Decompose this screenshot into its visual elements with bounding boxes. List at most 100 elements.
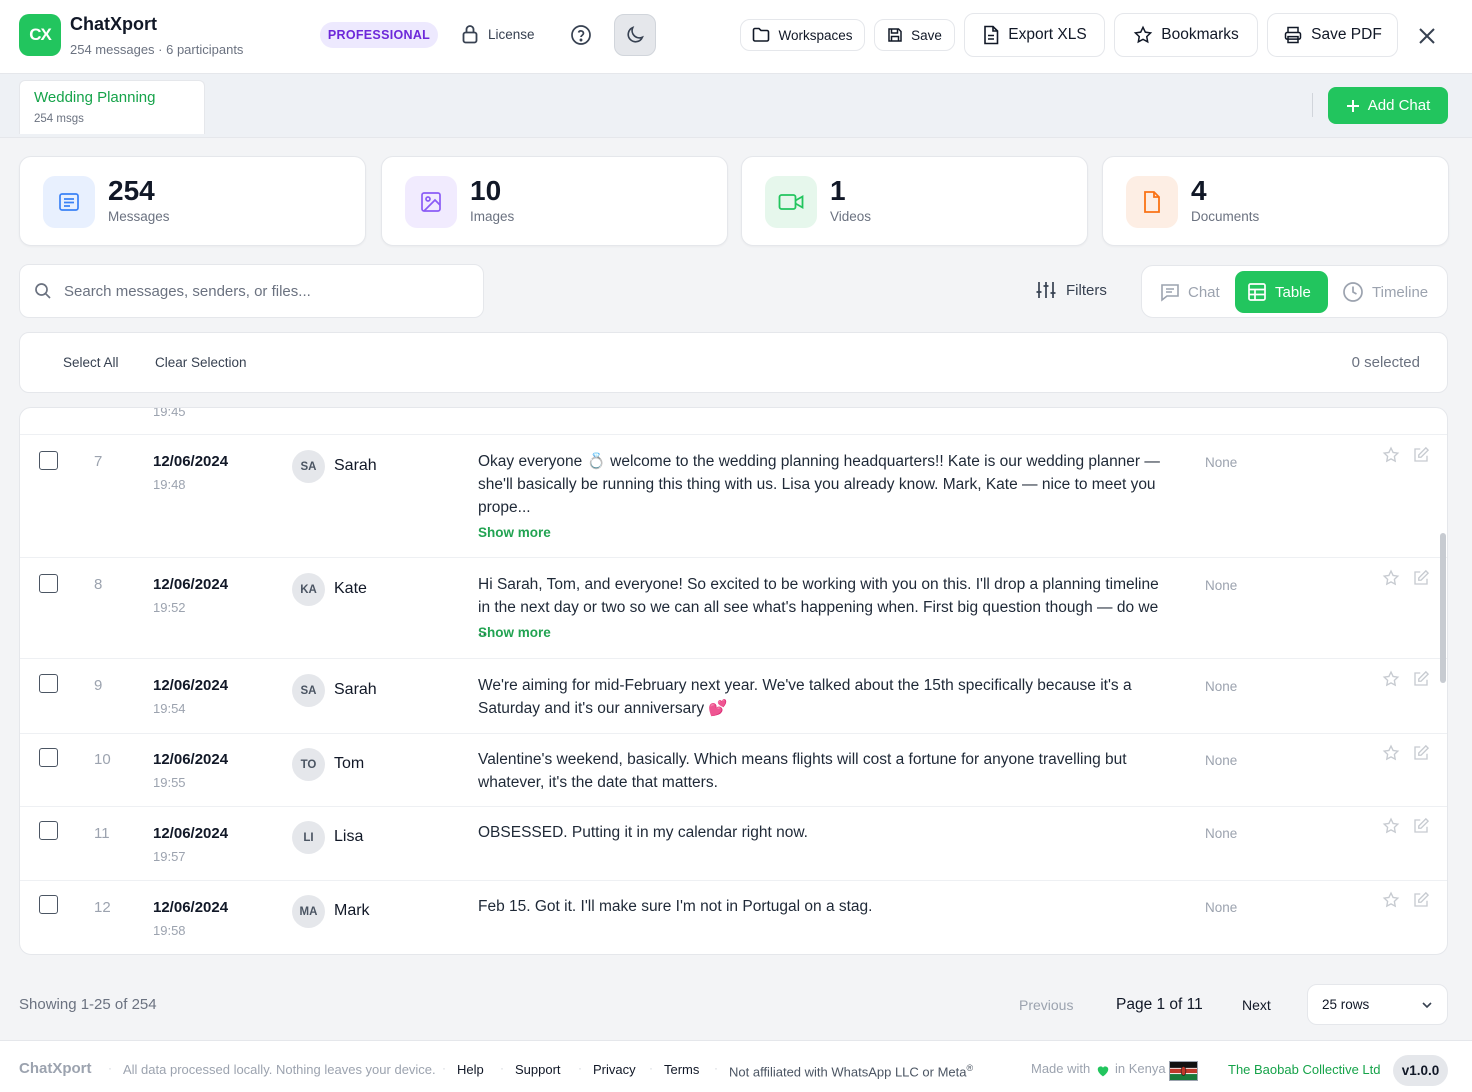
row-date: 12/06/2024 — [153, 825, 229, 842]
edit-icon[interactable] — [1412, 670, 1430, 688]
footer-separator: · — [500, 1061, 504, 1075]
row-tag: None — [1205, 826, 1238, 841]
edit-icon[interactable] — [1412, 569, 1430, 587]
version-badge: v1.0.0 — [1393, 1055, 1448, 1086]
bookmarks-button[interactable]: Bookmarks — [1114, 13, 1258, 57]
edit-icon[interactable] — [1412, 744, 1430, 762]
footer-link-support[interactable]: Support — [515, 1062, 561, 1077]
next-page-button[interactable]: Next — [1242, 997, 1271, 1013]
stat-label: Messages — [108, 209, 170, 224]
edit-icon[interactable] — [1412, 446, 1430, 464]
footer-link-help[interactable]: Help — [457, 1062, 484, 1077]
help-icon[interactable] — [569, 23, 593, 47]
export-xls-button[interactable]: Export XLS — [964, 13, 1105, 57]
save-pdf-button[interactable]: Save PDF — [1267, 13, 1398, 57]
sender-name: Sarah — [334, 457, 377, 474]
avatar: TO — [292, 748, 325, 781]
view-chat-button[interactable]: Chat — [1148, 271, 1232, 313]
show-more-link[interactable]: Show more — [478, 625, 551, 640]
add-chat-button[interactable]: Add Chat — [1328, 87, 1448, 124]
bookmark-star-icon[interactable] — [1382, 744, 1400, 762]
workspaces-button[interactable]: Workspaces — [740, 19, 865, 51]
add-chat-label: Add Chat — [1367, 97, 1431, 114]
table-row[interactable]: 7 12/06/2024 19:48 SA Sarah Okay everyon… — [20, 434, 1447, 557]
close-button[interactable] — [1413, 22, 1441, 50]
avatar: LI — [292, 821, 325, 854]
rows-per-page-value: 25 rows — [1322, 997, 1370, 1012]
avatar: KA — [292, 573, 325, 606]
chat-tab-title: Wedding Planning — [34, 89, 156, 106]
row-time: 19:48 — [153, 477, 186, 492]
bookmark-star-icon[interactable] — [1382, 891, 1400, 909]
divider — [1312, 93, 1313, 117]
show-more-link[interactable]: Show more — [478, 525, 551, 540]
footer-link-privacy[interactable]: Privacy — [593, 1062, 636, 1077]
stat-card-documents: 4 Documents — [1102, 156, 1449, 246]
edit-icon[interactable] — [1412, 891, 1430, 909]
row-time: 19:55 — [153, 775, 186, 790]
bookmark-star-icon[interactable] — [1382, 446, 1400, 464]
edit-icon[interactable] — [1412, 817, 1430, 835]
chevron-down-icon — [1422, 1001, 1432, 1008]
table-row[interactable]: 9 12/06/2024 19:54 SA Sarah We're aiming… — [20, 658, 1447, 733]
search-box[interactable] — [19, 264, 484, 318]
clear-selection-button[interactable]: Clear Selection — [155, 355, 247, 370]
footer-privacy-note: All data processed locally. Nothing leav… — [123, 1062, 436, 1077]
footer: ChatXport · All data processed locally. … — [0, 1040, 1472, 1092]
table-row[interactable]: 12 12/06/2024 19:58 MA Mark Feb 15. Got … — [20, 880, 1447, 954]
table-row[interactable]: 8 12/06/2024 19:52 KA Kate Hi Sarah, Tom… — [20, 557, 1447, 658]
sliders-icon — [1036, 282, 1056, 298]
bookmark-star-icon[interactable] — [1382, 569, 1400, 587]
chat-tab-wedding-planning[interactable]: Wedding Planning 254 msgs — [19, 80, 205, 134]
license-button[interactable]: License — [461, 24, 535, 44]
chat-bubble-icon — [1161, 284, 1179, 302]
message-text: Valentine's weekend, basically. Which me… — [478, 751, 1127, 791]
table-scrollbar[interactable] — [1440, 533, 1446, 683]
row-checkbox[interactable] — [39, 821, 58, 840]
filters-button[interactable]: Filters — [1035, 280, 1107, 300]
search-input[interactable] — [64, 282, 464, 300]
avatar: SA — [292, 450, 325, 483]
stat-label: Videos — [830, 209, 872, 224]
footer-separator: · — [578, 1061, 582, 1075]
row-checkbox[interactable] — [39, 574, 58, 593]
row-tag: None — [1205, 679, 1238, 694]
row-checkbox[interactable] — [39, 748, 58, 767]
save-label: Save — [911, 27, 942, 43]
moon-icon — [627, 26, 644, 43]
sender-name: Kate — [334, 580, 367, 597]
close-icon — [1419, 28, 1435, 44]
avatar: SA — [292, 674, 325, 707]
plus-icon — [1346, 99, 1359, 112]
bookmark-star-icon[interactable] — [1382, 670, 1400, 688]
footer-brand: ChatXport — [19, 1060, 92, 1077]
bookmark-star-icon[interactable] — [1382, 817, 1400, 835]
app-subtitle: 254 messages · 6 participants — [70, 42, 244, 57]
app-logo: CX — [19, 14, 61, 56]
rows-per-page-select[interactable]: 25 rows — [1307, 984, 1448, 1025]
previous-page-button[interactable]: Previous — [1019, 997, 1073, 1013]
row-date: 12/06/2024 — [153, 899, 229, 916]
table-row[interactable]: 11 12/06/2024 19:57 LI Lisa OBSESSED. Pu… — [20, 806, 1447, 880]
row-date: 12/06/2024 — [153, 677, 229, 694]
clock-icon — [1343, 282, 1363, 302]
footer-company-link[interactable]: The Baobab Collective Ltd — [1228, 1062, 1380, 1077]
footer-separator: · — [714, 1061, 718, 1075]
row-time: 19:52 — [153, 600, 186, 615]
row-checkbox[interactable] — [39, 895, 58, 914]
footer-link-terms[interactable]: Terms — [664, 1062, 699, 1077]
view-switcher: Chat Table Timeline — [1141, 265, 1448, 318]
view-timeline-button[interactable]: Timeline — [1330, 271, 1440, 313]
row-checkbox[interactable] — [39, 451, 58, 470]
star-icon — [1134, 25, 1153, 44]
table-row[interactable]: 10 12/06/2024 19:55 TO Tom Valentine's w… — [20, 733, 1447, 806]
kenya-flag-icon — [1169, 1061, 1198, 1081]
image-icon — [405, 176, 457, 228]
view-table-button[interactable]: Table — [1235, 271, 1328, 313]
dark-mode-toggle[interactable] — [614, 14, 656, 56]
select-all-button[interactable]: Select All — [63, 355, 119, 370]
row-checkbox[interactable] — [39, 674, 58, 693]
row-number: 12 — [94, 899, 111, 916]
message-text: Okay everyone 💍 welcome to the wedding p… — [478, 453, 1160, 516]
save-button[interactable]: Save — [874, 19, 955, 51]
